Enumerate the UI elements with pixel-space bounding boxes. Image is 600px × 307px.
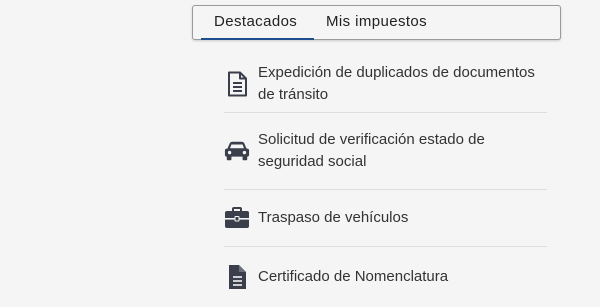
list-item-label: Certificado de Nomenclatura: [258, 268, 449, 285]
featured-list: Expedición de duplicados de documentos d…: [224, 56, 547, 307]
document-icon: [224, 71, 250, 97]
list-item-nomenclatura[interactable]: Certificado de Nomenclatura: [224, 247, 547, 307]
briefcase-icon: [224, 205, 250, 231]
list-item-duplicados[interactable]: Expedición de duplicados de documentos d…: [224, 56, 547, 113]
list-item-label: Traspaso de vehículos: [258, 209, 409, 226]
list-item-seguridad-social[interactable]: Solicitud de verificación estado de segu…: [224, 113, 547, 190]
car-icon: [224, 138, 250, 164]
active-tab-indicator: [201, 38, 314, 40]
list-item-traspaso[interactable]: Traspaso de vehículos: [224, 190, 547, 247]
tab-destacados[interactable]: Destacados: [214, 13, 297, 30]
file-text-icon: [224, 264, 250, 290]
tab-bar: Destacados Mis impuestos: [192, 5, 561, 40]
tab-mis-impuestos[interactable]: Mis impuestos: [326, 13, 427, 30]
list-item-label: Solicitud de verificación estado de segu…: [258, 131, 485, 170]
list-item-label: Expedición de duplicados de documentos d…: [258, 64, 535, 103]
